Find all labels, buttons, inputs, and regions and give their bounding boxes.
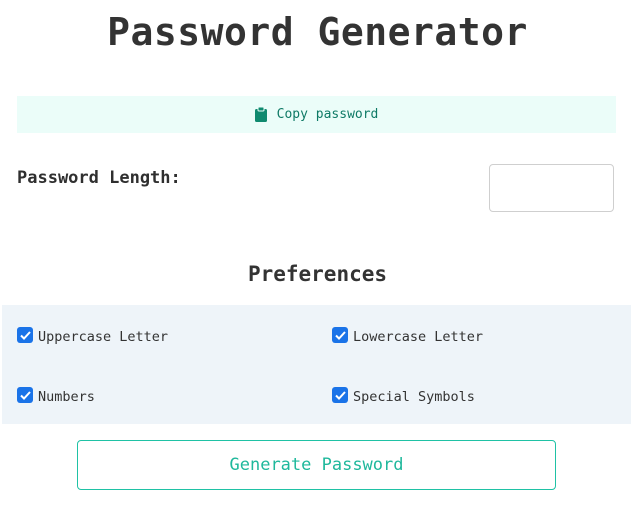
special-symbols-label: Special Symbols xyxy=(353,389,475,405)
copy-password-button[interactable]: Copy password xyxy=(17,96,616,133)
numbers-label: Numbers xyxy=(38,389,95,405)
numbers-checkbox[interactable] xyxy=(17,387,33,403)
lowercase-label: Lowercase Letter xyxy=(353,329,484,345)
password-length-label: Password Length: xyxy=(17,168,181,188)
copy-password-label: Copy password xyxy=(276,107,379,122)
uppercase-label: Uppercase Letter xyxy=(38,329,169,345)
special-symbols-option[interactable]: Special Symbols xyxy=(332,387,475,405)
lowercase-checkbox[interactable] xyxy=(332,327,348,343)
special-symbols-checkbox[interactable] xyxy=(332,387,348,403)
numbers-option[interactable]: Numbers xyxy=(17,387,95,405)
password-length-input[interactable] xyxy=(489,164,614,212)
generate-password-button[interactable]: Generate Password xyxy=(77,440,556,490)
lowercase-option[interactable]: Lowercase Letter xyxy=(332,327,484,345)
clipboard-icon xyxy=(254,106,267,122)
preferences-panel: Uppercase Letter Lowercase Letter Number… xyxy=(2,305,631,424)
uppercase-checkbox[interactable] xyxy=(17,327,33,343)
uppercase-option[interactable]: Uppercase Letter xyxy=(17,327,169,345)
page-title: Password Generator xyxy=(107,10,528,54)
preferences-heading: Preferences xyxy=(247,262,388,286)
